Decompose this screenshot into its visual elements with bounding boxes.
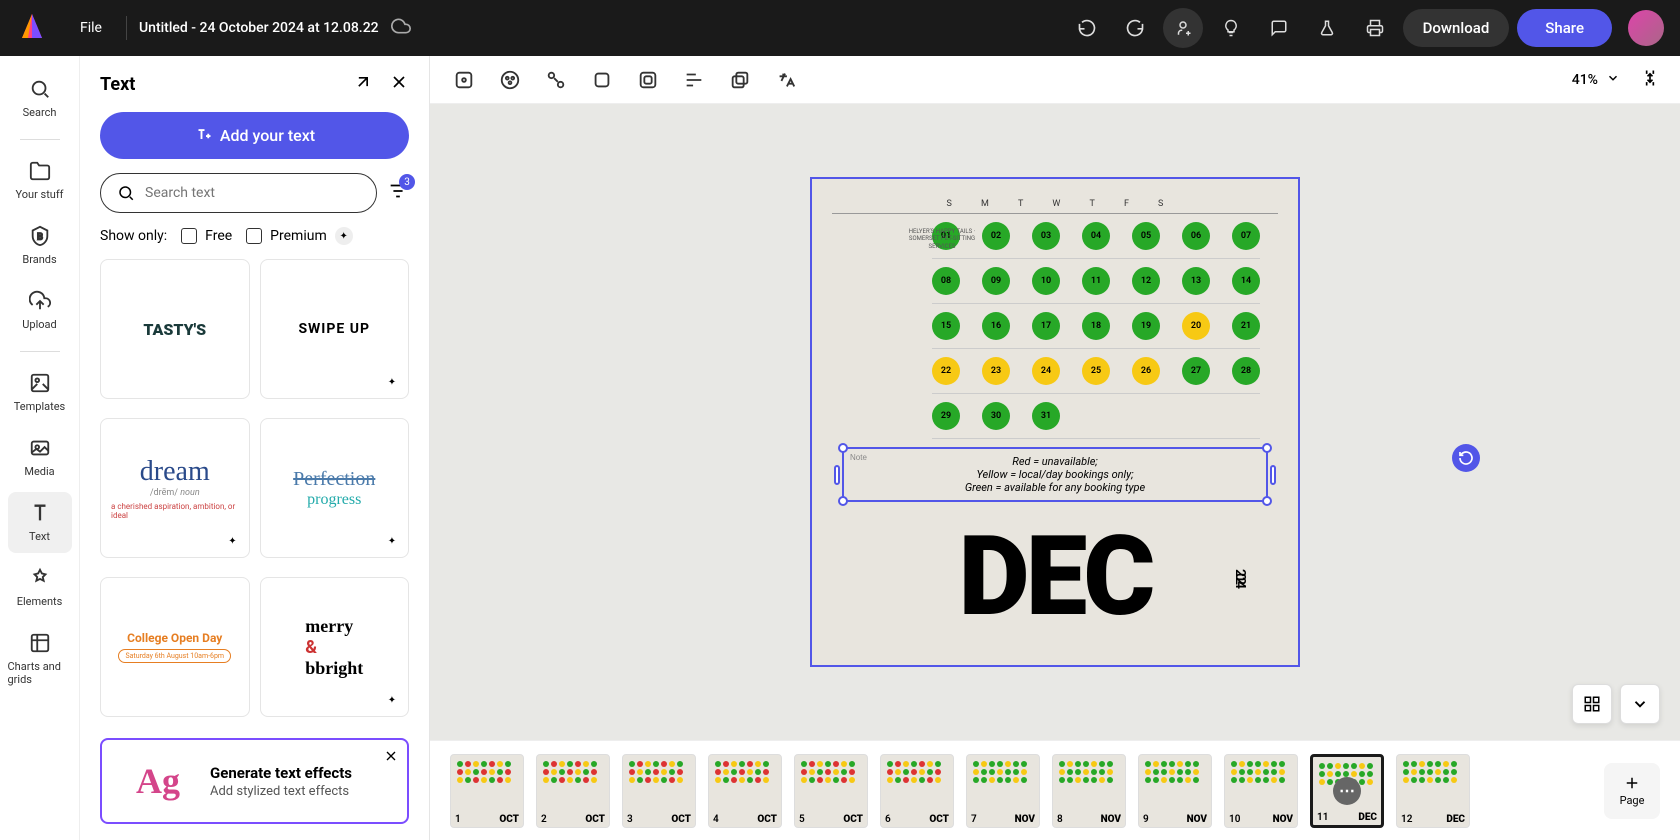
- add-text-button[interactable]: Add your text: [100, 112, 409, 159]
- gen-effects-subtitle: Add stylized text effects: [210, 784, 352, 799]
- page-thumbnail[interactable]: 9NOV: [1138, 754, 1212, 828]
- nav-charts[interactable]: Charts and grids: [8, 622, 72, 696]
- idea-icon[interactable]: [1211, 8, 1251, 48]
- close-panel-icon[interactable]: [389, 72, 409, 96]
- grid-view-button[interactable]: [1572, 684, 1612, 724]
- filter-button[interactable]: 3: [387, 180, 409, 206]
- crop-tool[interactable]: [450, 66, 478, 94]
- nav-search[interactable]: Search: [8, 68, 72, 129]
- template-card[interactable]: merry&bbright✦: [260, 577, 410, 717]
- cloud-status-icon[interactable]: [391, 16, 411, 40]
- expand-icon[interactable]: [353, 72, 373, 96]
- align-tool[interactable]: [680, 66, 708, 94]
- print-icon[interactable]: [1355, 8, 1395, 48]
- nav-text[interactable]: Text: [8, 492, 72, 553]
- beaker-icon[interactable]: [1307, 8, 1347, 48]
- canvas-viewport[interactable]: HELYER'S HAPPY TAILS · SOMERSET PET-SITT…: [430, 104, 1680, 740]
- gen-effects-title: Generate text effects: [210, 764, 352, 782]
- zoom-level[interactable]: 41%: [1572, 72, 1598, 88]
- template-card[interactable]: SWIPE UP✦: [260, 259, 410, 399]
- canvas-page[interactable]: HELYER'S HAPPY TAILS · SOMERSET PET-SITT…: [810, 177, 1300, 667]
- month-title[interactable]: DEC 2024: [832, 512, 1278, 641]
- comment-icon[interactable]: [1259, 8, 1299, 48]
- mask-tool[interactable]: [634, 66, 662, 94]
- chevron-down-button[interactable]: [1620, 684, 1660, 724]
- app-logo: [16, 12, 48, 44]
- border-tool[interactable]: [588, 66, 616, 94]
- template-grid: TASTY'S SWIPE UP✦ dream/drēm/ nouna cher…: [100, 259, 409, 726]
- page-thumbnail[interactable]: 3OCT: [622, 754, 696, 828]
- show-only-label: Show only:: [100, 228, 167, 244]
- text-panel: Text Add your text 3 Show only: Free Pre…: [80, 56, 430, 840]
- nav-templates[interactable]: Templates: [8, 362, 72, 423]
- nav-rail: Search Your stuff BBrands Upload Templat…: [0, 56, 80, 840]
- filter-badge: 3: [399, 174, 415, 190]
- thumbnail-strip: 1OCT2OCT3OCT4OCT5OCT6OCT7NOV8NOV9NOV10NO…: [430, 740, 1680, 840]
- page-thumbnail[interactable]: 7NOV: [966, 754, 1040, 828]
- nav-media[interactable]: Media: [8, 427, 72, 488]
- svg-text:B: B: [37, 233, 43, 243]
- close-icon[interactable]: [383, 748, 399, 768]
- template-card[interactable]: Perfectionprogress✦: [260, 418, 410, 558]
- page-thumbnail[interactable]: 2OCT: [536, 754, 610, 828]
- nav-your-stuff[interactable]: Your stuff: [8, 150, 72, 211]
- effects-preview-icon: Ag: [118, 756, 198, 806]
- nav-brands[interactable]: BBrands: [8, 215, 72, 276]
- search-text-input[interactable]: [100, 173, 377, 213]
- note-box[interactable]: Note Red = unavailable; Yellow = local/d…: [842, 447, 1268, 502]
- page-thumbnail[interactable]: 12DEC: [1396, 754, 1470, 828]
- template-card[interactable]: dream/drēm/ nouna cherished aspiration, …: [100, 418, 250, 558]
- translate-tool[interactable]: [772, 66, 800, 94]
- share-button[interactable]: Share: [1517, 9, 1612, 47]
- page-thumbnail[interactable]: 11DEC⋯: [1310, 754, 1384, 828]
- panel-title: Text: [100, 74, 135, 95]
- fit-icon[interactable]: [1640, 68, 1660, 92]
- shape-tool[interactable]: [542, 66, 570, 94]
- page-thumbnail[interactable]: 1OCT: [450, 754, 524, 828]
- template-card[interactable]: College Open DaySaturday 6th August 10am…: [100, 577, 250, 717]
- logo-stamp: HELYER'S HAPPY TAILS · SOMERSET PET-SITT…: [897, 194, 987, 284]
- calendar-header: SMTWTFS: [832, 199, 1278, 214]
- page-thumbnail[interactable]: 5OCT: [794, 754, 868, 828]
- year-label: 2024: [1232, 569, 1248, 585]
- user-avatar[interactable]: [1628, 10, 1664, 46]
- add-page-button[interactable]: Page: [1604, 763, 1660, 819]
- nav-elements[interactable]: Elements: [8, 557, 72, 618]
- nav-upload[interactable]: Upload: [8, 280, 72, 341]
- page-thumbnail[interactable]: 4OCT: [708, 754, 782, 828]
- top-bar: File Untitled - 24 October 2024 at 12.08…: [0, 0, 1680, 56]
- premium-checkbox[interactable]: Premium✦: [246, 227, 353, 245]
- layers-tool[interactable]: [726, 66, 754, 94]
- page-thumbnail[interactable]: 10NOV: [1224, 754, 1298, 828]
- generate-effects-card[interactable]: Ag Generate text effects Add stylized te…: [100, 738, 409, 824]
- invite-icon[interactable]: [1163, 8, 1203, 48]
- free-checkbox[interactable]: Free: [181, 228, 232, 244]
- undo-button[interactable]: [1067, 8, 1107, 48]
- canvas-toolbar: 41%: [430, 56, 1680, 104]
- color-tool[interactable]: [496, 66, 524, 94]
- document-title[interactable]: Untitled - 24 October 2024 at 12.08.22: [139, 20, 379, 36]
- template-card[interactable]: TASTY'S: [100, 259, 250, 399]
- file-menu[interactable]: File: [68, 12, 114, 44]
- search-icon: [117, 184, 135, 202]
- page-thumbnail[interactable]: 8NOV: [1052, 754, 1126, 828]
- download-button[interactable]: Download: [1403, 9, 1510, 47]
- redo-button[interactable]: [1115, 8, 1155, 48]
- divider: [126, 16, 127, 40]
- zoom-chevron-icon[interactable]: [1606, 71, 1620, 89]
- reset-button[interactable]: [1452, 444, 1480, 472]
- page-thumbnail[interactable]: 6OCT: [880, 754, 954, 828]
